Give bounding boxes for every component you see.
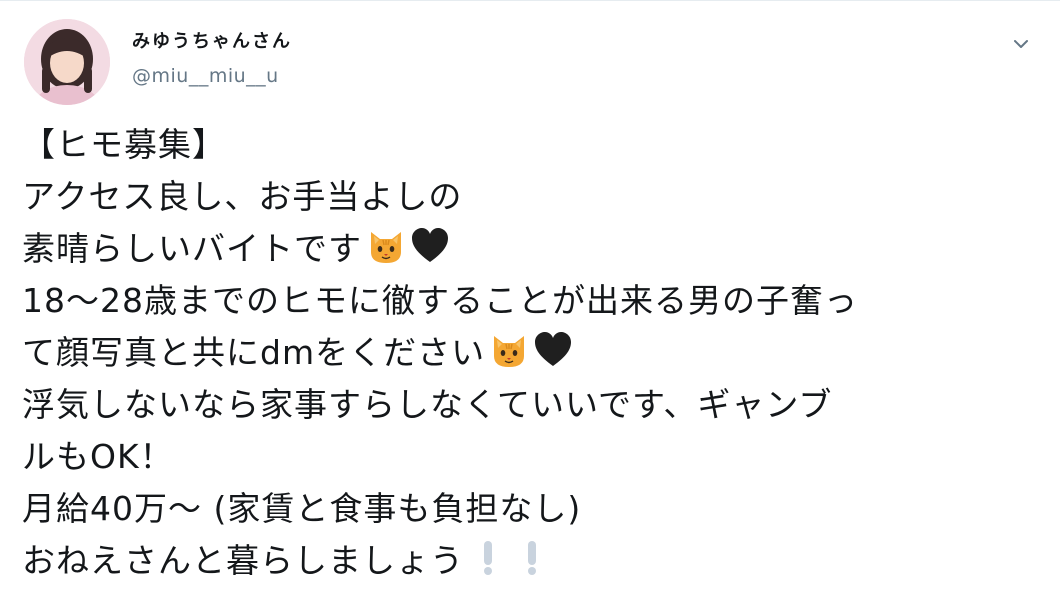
black-heart-emoji-icon xyxy=(533,330,573,370)
tweet-line: 18～28歳までのヒモに徹することが出来る男の子奮っ xyxy=(22,275,1042,327)
avatar[interactable] xyxy=(24,19,110,105)
tweet-line-text: 18～28歳までのヒモに徹することが出来る男の子奮っ xyxy=(22,281,858,320)
tweet-card: みゆうちゃんさん @miu__miu__u 【ヒモ募集】 アクセス良し、お手当よ… xyxy=(0,0,1060,596)
display-name[interactable]: みゆうちゃんさん xyxy=(132,31,292,53)
tweet-line: て顔写真と共にdmをください xyxy=(22,327,1042,379)
tweet-line-text: アクセス良し、お手当よしの xyxy=(22,177,463,216)
tweet-line-text: 浮気しないなら家事すらしなくていいです、ギャンブ xyxy=(22,385,833,424)
exclamation-emoji-icon xyxy=(468,538,508,578)
tweet-line: 月給40万～ (家賃と食事も負担なし) xyxy=(22,483,1042,535)
tweet-line-text: ルもOK！ xyxy=(22,437,174,476)
tweet-line-text: て顔写真と共にdmをください xyxy=(22,333,486,372)
tweet-line-text: 月給40万～ (家賃と食事も負担なし) xyxy=(22,489,582,528)
black-heart-emoji-icon xyxy=(410,226,450,266)
cat-face-emoji-icon xyxy=(489,330,529,370)
tweet-line: おねえさんと暮らしましょう xyxy=(22,535,1042,587)
avatar-image xyxy=(24,19,110,105)
exclamation-emoji-icon xyxy=(512,538,552,578)
tweet-line-text: 【ヒモ募集】 xyxy=(22,125,226,164)
tweet-text: 【ヒモ募集】 アクセス良し、お手当よしの 素晴らしいバイトです 18～28歳まで… xyxy=(22,119,1042,587)
tweet-author: みゆうちゃんさん @miu__miu__u xyxy=(132,31,292,87)
chevron-down-icon[interactable] xyxy=(1010,33,1032,55)
user-handle[interactable]: @miu__miu__u xyxy=(132,65,292,87)
tweet-line: アクセス良し、お手当よしの xyxy=(22,171,1042,223)
tweet-line: ルもOK！ xyxy=(22,431,1042,483)
tweet-line: 【ヒモ募集】 xyxy=(22,119,1042,171)
tweet-line: 素晴らしいバイトです xyxy=(22,223,1042,275)
tweet-line: 浮気しないなら家事すらしなくていいです、ギャンブ xyxy=(22,379,1042,431)
cat-face-emoji-icon xyxy=(366,226,406,266)
tweet-line-text: 素晴らしいバイトです xyxy=(22,229,362,268)
tweet-line-text: おねえさんと暮らしましょう xyxy=(22,541,464,580)
